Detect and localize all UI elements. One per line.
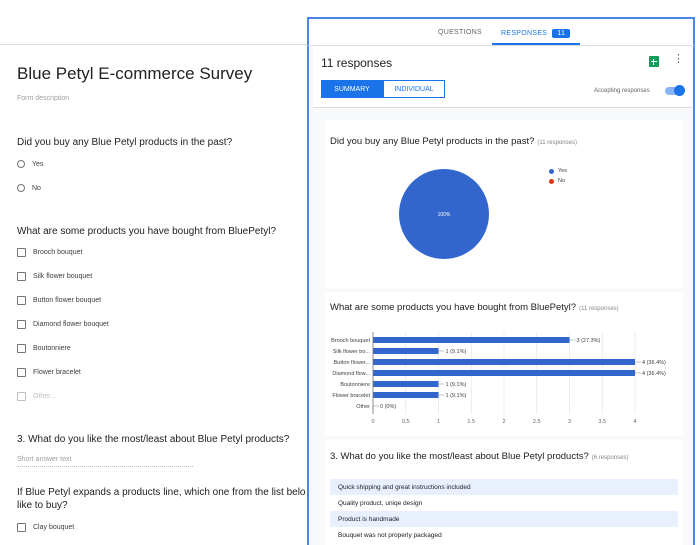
checkbox-icon [17, 272, 26, 281]
checkbox-icon [17, 368, 26, 377]
bar-chart: 0 0.5 1 1.5 2 2.5 3 3.5 4 Brooch bouquet 3 (27.3%)… [331, 332, 666, 425]
q1-option-yes[interactable]: Yes [17, 160, 43, 168]
answer-row: Quality product, uniqe design [338, 499, 423, 507]
question-3-title[interactable]: 3. What do you like the most/least about… [17, 434, 289, 445]
value-label: 1 (9.1%) [446, 349, 467, 355]
q2-option[interactable]: Boutonniere [17, 344, 71, 353]
question-2-title[interactable]: What are some products you have bought f… [17, 226, 276, 237]
checkbox-icon [17, 344, 26, 353]
legend-dot [549, 178, 554, 184]
question-4-title-line1[interactable]: If Blue Petyl expands a products line, w… [17, 487, 306, 498]
bar [373, 392, 439, 398]
q2-option-other[interactable]: Other... [17, 392, 56, 401]
summary-button[interactable]: SUMMARY [321, 80, 383, 98]
form-title[interactable]: Blue Petyl E-commerce Survey [17, 64, 252, 84]
category-label: Other [356, 404, 370, 410]
category-label: Silk flower bo... [333, 349, 371, 355]
bar [373, 359, 635, 365]
x-tick-label: 3.5 [598, 419, 606, 425]
q2-option[interactable]: Brooch bouquet [17, 248, 82, 257]
q1-option-no[interactable]: No [17, 184, 41, 192]
summary-q3-title: 3. What do you like the most/least about… [330, 451, 629, 462]
category-label: Diamond flow... [332, 371, 370, 377]
x-tick-label: 4 [633, 419, 636, 425]
question-1-title[interactable]: Did you buy any Blue Petyl products in t… [17, 137, 232, 148]
question-4-title-line2[interactable]: like to buy? [17, 500, 68, 511]
legend-no: No [549, 178, 565, 184]
answer-row: Product is handmade [330, 511, 678, 527]
value-label: 0 (0%) [380, 404, 396, 410]
value-label: 4 (36.4%) [642, 371, 666, 377]
tab-responses-label: RESPONSES [501, 30, 548, 37]
accepting-responses-toggle[interactable] [665, 85, 685, 96]
tab-bar: QUESTIONS RESPONSES 11 [307, 17, 695, 46]
short-answer-field[interactable]: Short answer text [17, 456, 193, 467]
pie-chart: 100% [395, 168, 495, 273]
responses-count: 11 responses [321, 56, 393, 70]
value-label: 1 (9.1%) [446, 393, 467, 399]
form-description-field[interactable]: Form description [17, 95, 69, 102]
x-tick-label: 3 [568, 419, 571, 425]
accepting-responses-label: Accepting responses [594, 88, 650, 94]
spreadsheet-icon[interactable] [649, 56, 659, 67]
summary-q1-title: Did you buy any Blue Petyl products in t… [330, 136, 577, 147]
q2-option[interactable]: Silk flower bouquet [17, 272, 92, 281]
category-label: Flower bracelet [332, 393, 370, 399]
bar [373, 348, 439, 354]
checkbox-icon [17, 296, 26, 305]
summary-card-q1: Did you buy any Blue Petyl products in t… [325, 120, 683, 288]
checkbox-icon [17, 248, 26, 257]
radio-icon [17, 160, 25, 168]
category-label: Boutonniere [340, 382, 370, 388]
category-label: Brooch bouquet [331, 338, 370, 344]
individual-button[interactable]: INDIVIDUAL [383, 80, 445, 98]
checkbox-icon [17, 392, 26, 401]
value-label: 4 (36.4%) [642, 360, 666, 366]
legend-dot [549, 168, 554, 174]
x-tick-label: 0 [371, 419, 374, 425]
x-tick-label: 1 [437, 419, 440, 425]
responses-header: 11 responses ⋮ SUMMARY INDIVIDUAL Accept… [313, 46, 692, 108]
bar [373, 381, 439, 387]
value-label: 3 (27.3%) [577, 338, 601, 344]
checkbox-icon [17, 523, 26, 532]
q4-option[interactable]: Clay bouquet [17, 523, 74, 532]
checkbox-icon [17, 320, 26, 329]
bar [373, 337, 570, 343]
q2-option[interactable]: Diamond flower bouquet [17, 320, 109, 329]
radio-icon [17, 184, 25, 192]
x-tick-label: 0.5 [402, 419, 410, 425]
tab-questions[interactable]: QUESTIONS [438, 29, 482, 36]
responses-count-badge: 11 [552, 29, 571, 38]
pie-slice-label: 100% [438, 212, 451, 218]
divider [0, 44, 320, 45]
x-tick-label: 2 [502, 419, 505, 425]
answer-row: Bouquet was not properly packaged [338, 531, 442, 539]
category-label: Button flower... [334, 360, 371, 366]
q2-option[interactable]: Flower bracelet [17, 368, 81, 377]
x-tick-label: 1.5 [467, 419, 475, 425]
q2-option[interactable]: Button flower bouquet [17, 296, 101, 305]
summary-q2-title: What are some products you have bought f… [330, 302, 619, 313]
x-tick-label: 2.5 [533, 419, 541, 425]
tab-responses[interactable]: RESPONSES 11 [501, 29, 571, 38]
bar [373, 370, 635, 376]
active-tab-indicator [492, 43, 580, 45]
more-vert-icon[interactable]: ⋮ [673, 54, 684, 65]
answer-row: Quick shipping and great instructions in… [330, 479, 678, 495]
legend-yes: Yes [549, 168, 567, 174]
value-label: 1 (9.1%) [446, 382, 467, 388]
form-editor-panel: Blue Petyl E-commerce Survey Form descri… [0, 0, 320, 545]
